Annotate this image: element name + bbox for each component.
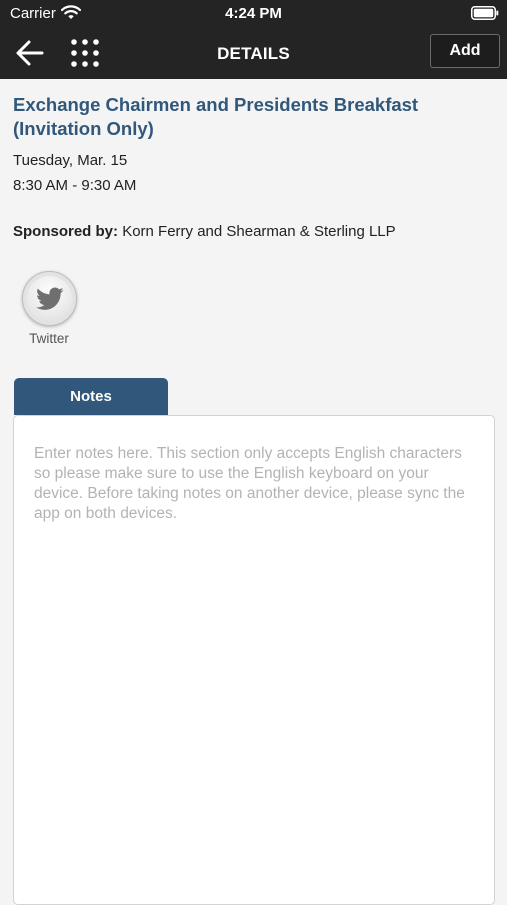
add-button[interactable]: Add (430, 34, 500, 68)
notes-panel (13, 415, 495, 905)
app-header: Carrier 4:24 PM DETAILS Add (0, 0, 507, 79)
status-time: 4:24 PM (225, 5, 282, 22)
twitter-bird-icon (35, 286, 64, 310)
sponsor-line: Sponsored by: Korn Ferry and Shearman & … (13, 223, 396, 240)
back-button[interactable] (12, 36, 48, 70)
twitter-share-button[interactable] (22, 271, 77, 326)
navigation-bar: DETAILS Add (0, 28, 507, 79)
twitter-label: Twitter (29, 331, 69, 346)
sponsor-label: Sponsored by: (13, 223, 119, 240)
event-time: 8:30 AM - 9:30 AM (13, 177, 137, 194)
status-bar: Carrier 4:24 PM (0, 0, 507, 28)
event-title: Exchange Chairmen and Presidents Breakfa… (13, 94, 419, 139)
event-date: Tuesday, Mar. 15 (13, 152, 128, 169)
battery-icon (471, 6, 499, 20)
notes-input[interactable] (26, 436, 482, 876)
grid-dots-icon (71, 39, 99, 67)
sponsor-value: Korn Ferry and Shearman & Sterling LLP (122, 223, 396, 240)
menu-grid-button[interactable] (68, 36, 102, 70)
arrow-left-icon (16, 40, 44, 66)
tab-notes[interactable]: Notes (14, 378, 168, 415)
twitter-button-face (27, 276, 72, 321)
